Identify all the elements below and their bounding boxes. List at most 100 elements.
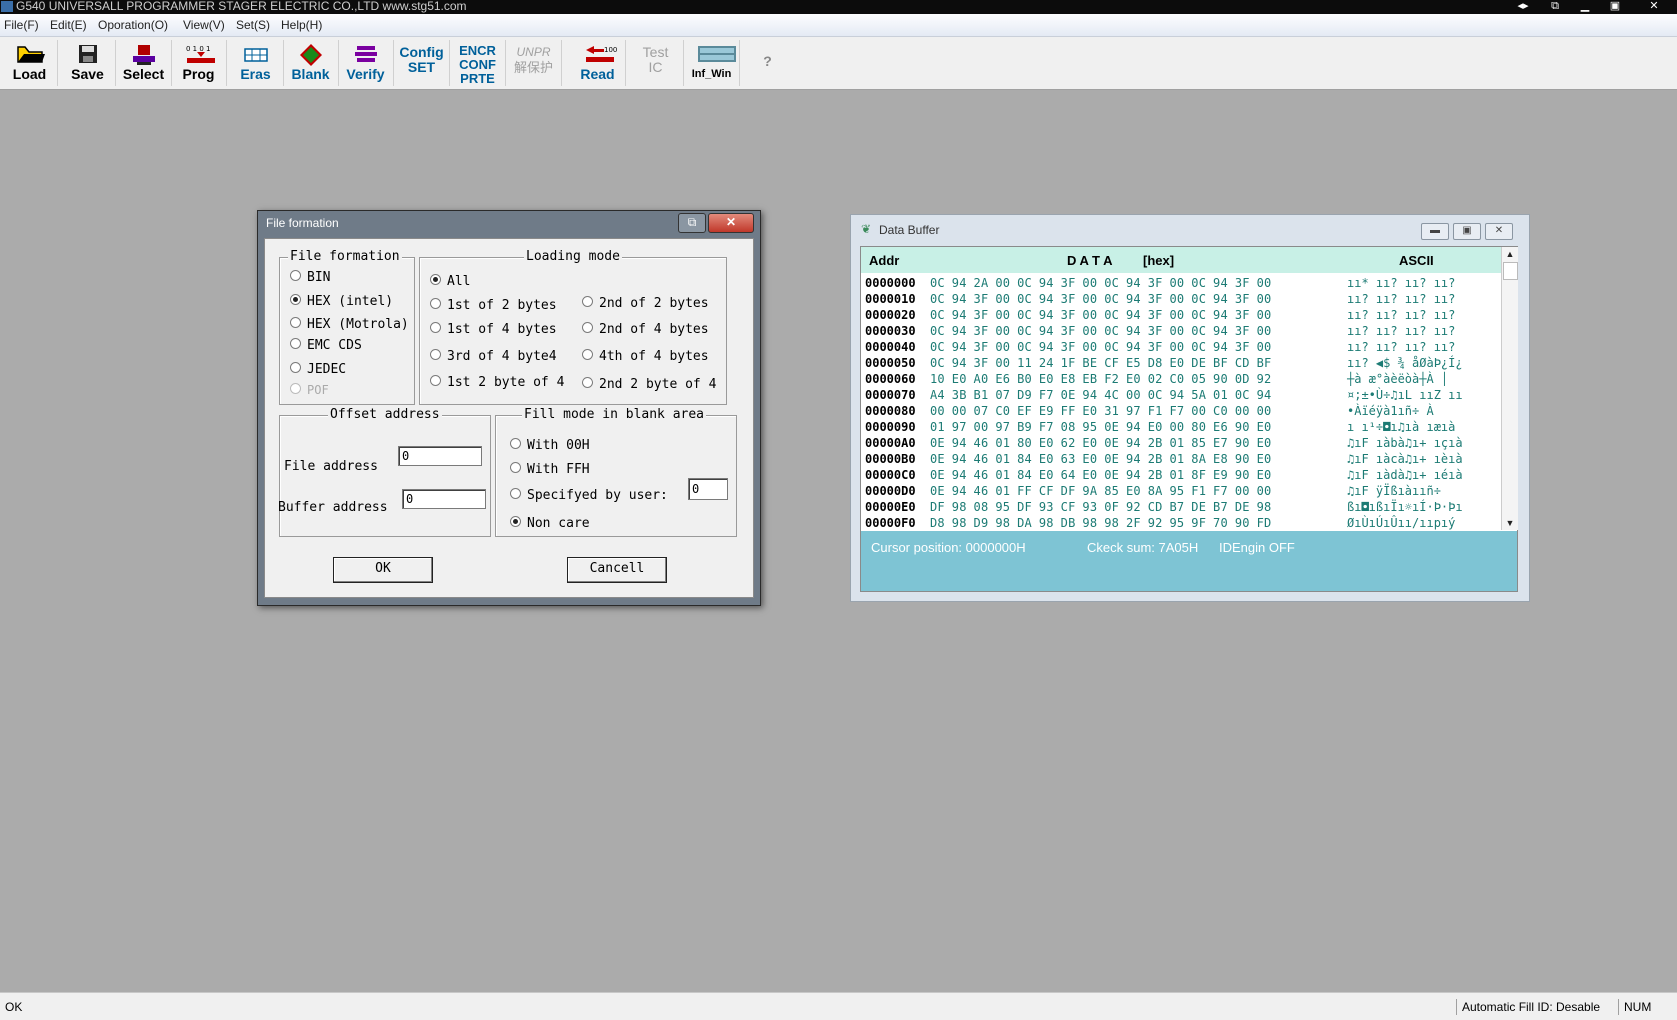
read-button[interactable]: 100 Read: [570, 40, 626, 86]
radio-emc-cds[interactable]: EMC CDS: [290, 338, 362, 353]
radio-fill-00[interactable]: With 00H: [510, 438, 590, 453]
hex-row[interactable]: 0000060 10 E0 A0 E6 B0 E0 E8 EB F2 E0 02 …: [861, 371, 1501, 387]
row-ascii[interactable]: ♫ıF ıàcà♫ı+ ıèıà: [1347, 451, 1463, 467]
row-ascii[interactable]: ¤;±•Ù÷♫ıL ııZ ıı: [1347, 387, 1463, 403]
hex-row[interactable]: 0000090 01 97 00 97 B9 F7 08 95 0E 94 E0 …: [861, 419, 1501, 435]
encr-conf-prte-button[interactable]: ENCR CONF PRTE: [450, 40, 506, 86]
hex-row[interactable]: 0000070 A4 3B B1 07 D9 F7 0E 94 4C 00 0C …: [861, 387, 1501, 403]
row-ascii[interactable]: ıı? ıı? ıı? ıı?: [1347, 339, 1455, 355]
row-hex-bytes[interactable]: 01 97 00 97 B9 F7 08 95 0E 94 E0 00 80 E…: [930, 419, 1271, 435]
eras-button[interactable]: Eras: [228, 40, 284, 86]
menu-operation[interactable]: Oporation(O): [98, 18, 168, 32]
info-window-button[interactable]: Inf_Win: [684, 40, 740, 86]
dialog-close-button[interactable]: ✕: [708, 213, 754, 233]
hex-row[interactable]: 0000000 0C 94 2A 00 0C 94 3F 00 0C 94 3F …: [861, 275, 1501, 291]
file-address-input[interactable]: [398, 446, 482, 466]
dialog-restore-button[interactable]: ⧉: [678, 213, 706, 233]
row-hex-bytes[interactable]: 0E 94 46 01 84 E0 63 E0 0E 94 2B 01 8A E…: [930, 451, 1271, 467]
row-hex-bytes[interactable]: 0C 94 3F 00 0C 94 3F 00 0C 94 3F 00 0C 9…: [930, 339, 1271, 355]
row-ascii[interactable]: ıı* ıı? ıı? ıı?: [1347, 275, 1455, 291]
maximize-button[interactable]: ▣: [1602, 0, 1628, 13]
blank-button[interactable]: Blank: [283, 40, 339, 86]
row-ascii[interactable]: ♫ıF ıàdà♫ı+ ıéıà: [1347, 467, 1463, 483]
row-ascii[interactable]: ßı◘ıßıÏı☼ıÍ·Þ·Þı: [1347, 499, 1463, 515]
unprotect-button[interactable]: UNPR 解保护: [506, 40, 562, 86]
row-ascii[interactable]: ♫ıF ÿÏßıàııñ÷: [1347, 483, 1441, 499]
hex-row[interactable]: 00000E0 DF 98 08 95 DF 93 CF 93 0F 92 CD …: [861, 499, 1501, 515]
radio-jedec[interactable]: JEDEC: [290, 362, 346, 377]
menu-set[interactable]: Set(S): [236, 18, 270, 32]
restore-small-icon[interactable]: ⧉: [1542, 0, 1568, 13]
radio-fill-noncare[interactable]: Non care: [510, 516, 590, 531]
scroll-down-arrow-icon[interactable]: ▼: [1502, 516, 1518, 530]
hex-row[interactable]: 0000080 00 00 07 C0 EF E9 FF E0 31 97 F1 …: [861, 403, 1501, 419]
row-ascii[interactable]: ıı? ıı? ıı? ıı?: [1347, 291, 1455, 307]
row-hex-bytes[interactable]: 0E 94 46 01 80 E0 62 E0 0E 94 2B 01 85 E…: [930, 435, 1271, 451]
user-fill-value-input[interactable]: [688, 478, 728, 500]
radio-1st-2byte-of-4[interactable]: 1st 2 byte of 4: [430, 375, 564, 390]
radio-hex-intel[interactable]: HEX (intel): [290, 294, 393, 309]
select-button[interactable]: Select: [116, 40, 172, 86]
db-minimize-button[interactable]: ▬: [1421, 223, 1449, 240]
row-hex-bytes[interactable]: A4 3B B1 07 D9 F7 0E 94 4C 00 0C 94 5A 0…: [930, 387, 1271, 403]
vertical-scrollbar[interactable]: ▲ ▼: [1501, 247, 1518, 530]
row-ascii[interactable]: ıı? ıı? ıı? ıı?: [1347, 307, 1455, 323]
radio-2nd-of-2[interactable]: 2nd of 2 bytes: [582, 296, 709, 311]
row-ascii[interactable]: ıı? ıı? ıı? ıı?: [1347, 323, 1455, 339]
menu-help[interactable]: Help(H): [281, 18, 322, 32]
radio-3rd-of-4[interactable]: 3rd of 4 byte4: [430, 349, 557, 364]
load-button[interactable]: Load: [2, 40, 58, 86]
hex-row[interactable]: 0000030 0C 94 3F 00 0C 94 3F 00 0C 94 3F …: [861, 323, 1501, 339]
db-close-button[interactable]: ✕: [1485, 223, 1513, 240]
row-hex-bytes[interactable]: 0C 94 3F 00 11 24 1F BE CF E5 D8 E0 DE B…: [930, 355, 1271, 371]
row-hex-bytes[interactable]: 10 E0 A0 E6 B0 E0 E8 EB F2 E0 02 C0 05 9…: [930, 371, 1271, 387]
row-hex-bytes[interactable]: 0C 94 3F 00 0C 94 3F 00 0C 94 3F 00 0C 9…: [930, 307, 1271, 323]
hex-row[interactable]: 00000C0 0E 94 46 01 84 E0 64 E0 0E 94 2B …: [861, 467, 1501, 483]
verify-button[interactable]: Verify: [338, 40, 394, 86]
row-hex-bytes[interactable]: 0E 94 46 01 84 E0 64 E0 0E 94 2B 01 8F E…: [930, 467, 1271, 483]
hex-row[interactable]: 0000040 0C 94 3F 00 0C 94 3F 00 0C 94 3F …: [861, 339, 1501, 355]
hex-row[interactable]: 0000020 0C 94 3F 00 0C 94 3F 00 0C 94 3F …: [861, 307, 1501, 323]
radio-load-all[interactable]: All: [430, 274, 470, 289]
row-ascii[interactable]: ıı? ◀$ ¾ åØàÞ¿Í¿: [1347, 355, 1463, 371]
row-hex-bytes[interactable]: 0C 94 3F 00 0C 94 3F 00 0C 94 3F 00 0C 9…: [930, 291, 1271, 307]
hex-row[interactable]: 00000F0 D8 98 D9 98 DA 98 DB 98 98 2F 92 …: [861, 515, 1501, 531]
minimize-button[interactable]: ▁: [1572, 0, 1598, 13]
radio-4th-of-4[interactable]: 4th of 4 bytes: [582, 349, 709, 364]
radio-fill-ff[interactable]: With FFH: [510, 462, 590, 477]
hex-row[interactable]: 00000B0 0E 94 46 01 84 E0 63 E0 0E 94 2B …: [861, 451, 1501, 467]
radio-1st-of-2[interactable]: 1st of 2 bytes: [430, 298, 557, 313]
hex-view[interactable]: Addr D A T A [hex] ASCII 0000000 0C 94 2A…: [860, 246, 1518, 592]
row-ascii[interactable]: ı ı¹÷◘ı♫ıà ıæıà: [1347, 419, 1455, 435]
row-ascii[interactable]: ØıÙıÚıÛıı/ııpıý: [1347, 515, 1455, 531]
nav-icon[interactable]: ◂▸: [1510, 0, 1536, 13]
help-button[interactable]: ?: [740, 40, 795, 86]
radio-fill-user[interactable]: Specifyed by user:: [510, 488, 668, 503]
menu-file[interactable]: File(F): [4, 18, 39, 32]
ok-button[interactable]: OK: [333, 557, 433, 583]
menu-edit[interactable]: Edit(E): [50, 18, 87, 32]
row-ascii[interactable]: ♫ıF ıàbà♫ı+ ıçıà: [1347, 435, 1463, 451]
scroll-thumb[interactable]: [1503, 262, 1518, 280]
save-button[interactable]: Save: [60, 40, 116, 86]
close-button[interactable]: ✕: [1636, 0, 1672, 13]
scroll-up-arrow-icon[interactable]: ▲: [1502, 247, 1518, 261]
row-hex-bytes[interactable]: 0E 94 46 01 FF CF DF 9A 85 E0 8A 95 F1 F…: [930, 483, 1271, 499]
hex-row[interactable]: 00000A0 0E 94 46 01 80 E0 62 E0 0E 94 2B …: [861, 435, 1501, 451]
db-maximize-button[interactable]: ▣: [1453, 223, 1481, 240]
radio-1st-of-4[interactable]: 1st of 4 bytes: [430, 322, 557, 337]
buffer-address-input[interactable]: [402, 489, 486, 509]
config-set-button[interactable]: Config SET: [394, 40, 450, 86]
row-hex-bytes[interactable]: D8 98 D9 98 DA 98 DB 98 98 2F 92 95 9F 7…: [930, 515, 1271, 531]
prog-button[interactable]: 0 1 0 1 Prog: [171, 40, 227, 86]
row-ascii[interactable]: ┼à æ°àèëòà┼À │: [1347, 371, 1448, 387]
hex-row[interactable]: 0000050 0C 94 3F 00 11 24 1F BE CF E5 D8 …: [861, 355, 1501, 371]
row-hex-bytes[interactable]: DF 98 08 95 DF 93 CF 93 0F 92 CD B7 DE B…: [930, 499, 1271, 515]
row-hex-bytes[interactable]: 0C 94 2A 00 0C 94 3F 00 0C 94 3F 00 0C 9…: [930, 275, 1271, 291]
menu-view[interactable]: View(V): [183, 18, 225, 32]
hex-row[interactable]: 00000D0 0E 94 46 01 FF CF DF 9A 85 E0 8A …: [861, 483, 1501, 499]
row-hex-bytes[interactable]: 0C 94 3F 00 0C 94 3F 00 0C 94 3F 00 0C 9…: [930, 323, 1271, 339]
cancel-button[interactable]: Cancell: [567, 557, 667, 583]
hex-row[interactable]: 0000010 0C 94 3F 00 0C 94 3F 00 0C 94 3F …: [861, 291, 1501, 307]
radio-bin[interactable]: BIN: [290, 270, 330, 285]
